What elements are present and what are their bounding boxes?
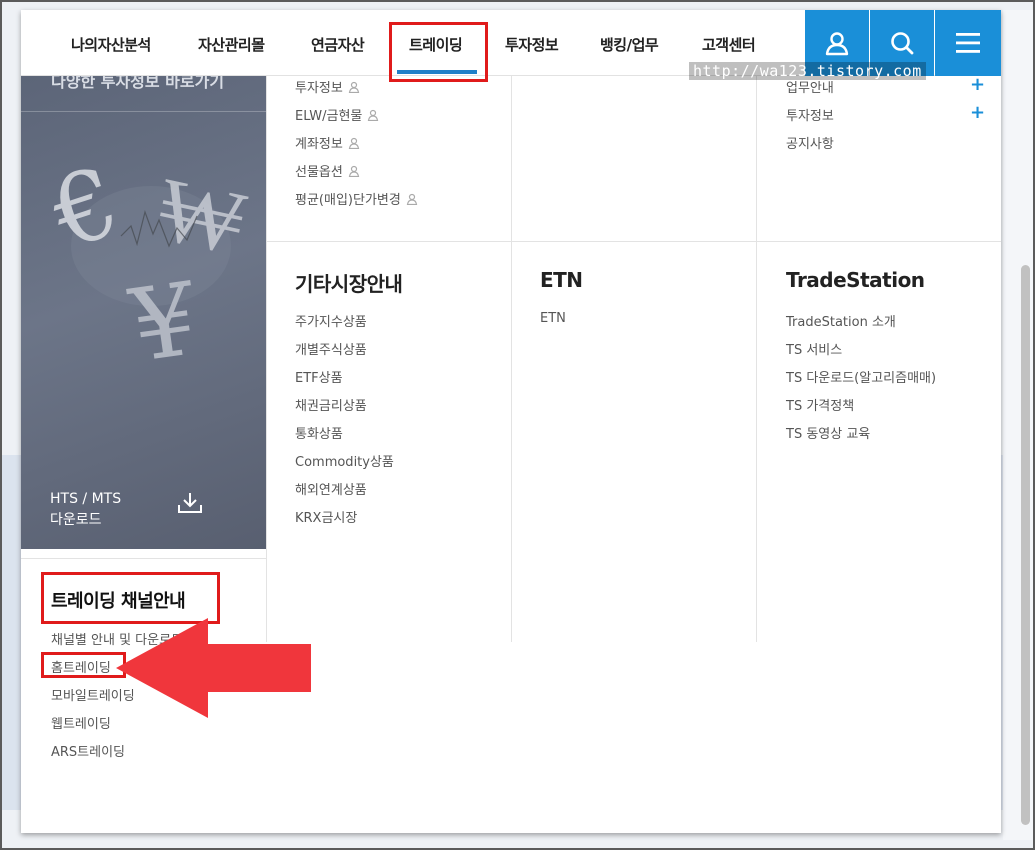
currency-illustration-icon: € ₩ ¥	[41, 145, 254, 366]
section-title-tradestation[interactable]: TradeStation	[786, 268, 925, 292]
nav-item-customer-center[interactable]: 고객센터	[702, 34, 756, 55]
menu-item-index-products[interactable]: 주가지수상품	[295, 311, 367, 330]
hts-label-line2: 다운로드	[50, 512, 102, 528]
column-divider-1	[266, 76, 267, 642]
menu-item-currency-products[interactable]: 통화상품	[295, 423, 343, 442]
svg-text:₩: ₩	[149, 156, 254, 276]
menu-item-overseas-products[interactable]: 해외연계상품	[295, 479, 367, 498]
expand-plus-icon[interactable]: +	[970, 76, 985, 94]
hero-bottom-divider	[21, 558, 266, 559]
menu-item-futures-options[interactable]: 선물옵션	[295, 161, 360, 180]
menu-item-ts-intro[interactable]: TradeStation 소개	[786, 311, 896, 330]
expand-plus-icon[interactable]: +	[970, 104, 985, 122]
menu-item-ts-pricing[interactable]: TS 가격정책	[786, 395, 854, 414]
nav-item-pension[interactable]: 연금자산	[311, 34, 365, 55]
mega-menu-panel: 나의자산분석 자산관리몰 연금자산 트레이딩 투자정보 뱅킹/업무 고객센터 다…	[21, 10, 1001, 833]
hero-banner: 다양한 투자정보 바로가기 € ₩ ¥ HTS / MTS 다운로드	[21, 76, 266, 549]
section-title-etn[interactable]: ETN	[540, 268, 583, 292]
search-icon	[891, 32, 914, 55]
highlight-box-trading	[389, 22, 488, 82]
nav-item-banking[interactable]: 뱅킹/업무	[600, 34, 659, 55]
column-divider-3	[756, 76, 757, 642]
menu-item-web-trading[interactable]: 웹트레이딩	[51, 713, 111, 732]
menu-icon	[956, 33, 980, 53]
menu-item-ts-download[interactable]: TS 다운로드(알고리즘매매)	[786, 367, 936, 386]
menu-item-etf-products[interactable]: ETF상품	[295, 367, 343, 386]
watermark: http://wa123.tistory.com	[689, 62, 926, 80]
menu-item-label: ELW/금현물	[295, 109, 363, 124]
menu-item-ts-video[interactable]: TS 동영상 교육	[786, 423, 870, 442]
menu-item-account-info[interactable]: 계좌정보	[295, 133, 360, 152]
login-required-icon	[348, 165, 360, 177]
menu-item-label: 투자정보	[295, 81, 343, 96]
hero-title[interactable]: 다양한 투자정보 바로가기	[51, 76, 224, 92]
menu-item-elw-gold[interactable]: ELW/금현물	[295, 105, 379, 124]
login-required-icon	[368, 109, 379, 121]
menu-item-notices[interactable]: 공지사항	[786, 133, 834, 152]
login-required-icon	[406, 193, 418, 205]
login-required-icon	[348, 137, 360, 149]
red-arrow-annotation-icon	[116, 618, 311, 718]
page-scrollbar[interactable]	[1021, 265, 1030, 825]
menu-item-average-price-change[interactable]: 평균(매입)단가변경	[295, 189, 418, 208]
menu-item-label: 선물옵션	[295, 165, 343, 180]
menu-item-label: 계좌정보	[295, 137, 343, 152]
nav-item-investment-info[interactable]: 투자정보	[505, 34, 559, 55]
menu-item-investment-info[interactable]: 투자정보	[295, 77, 360, 96]
column-divider-2	[511, 76, 512, 642]
download-icon[interactable]	[176, 491, 204, 515]
menu-item-commodity-products[interactable]: Commodity상품	[295, 451, 394, 470]
menu-item-ts-service[interactable]: TS 서비스	[786, 339, 842, 358]
menu-item-ars-trading[interactable]: ARS트레이딩	[51, 741, 125, 760]
menu-item-bond-products[interactable]: 채권금리상품	[295, 395, 367, 414]
hts-mts-download-link[interactable]: HTS / MTS 다운로드	[50, 489, 121, 531]
highlight-box-home-trading	[41, 652, 126, 678]
row-divider	[266, 241, 1001, 242]
menu-item-label: 평균(매입)단가변경	[295, 193, 401, 208]
hts-label-line1: HTS / MTS	[50, 491, 122, 507]
menu-item-krx-gold[interactable]: KRX금시장	[295, 507, 357, 526]
nav-item-asset-analysis[interactable]: 나의자산분석	[71, 34, 151, 55]
section-title-other-markets[interactable]: 기타시장안내	[295, 268, 403, 297]
menu-item-investment-info-2[interactable]: 투자정보	[786, 105, 834, 124]
login-required-icon	[348, 81, 360, 93]
menu-item-etn[interactable]: ETN	[540, 311, 566, 326]
nav-item-asset-mall[interactable]: 자산관리몰	[198, 34, 265, 55]
highlight-box-channel-title	[41, 572, 220, 624]
menu-button[interactable]	[935, 10, 1001, 76]
user-icon	[825, 32, 849, 56]
menu-item-stock-products[interactable]: 개별주식상품	[295, 339, 367, 358]
